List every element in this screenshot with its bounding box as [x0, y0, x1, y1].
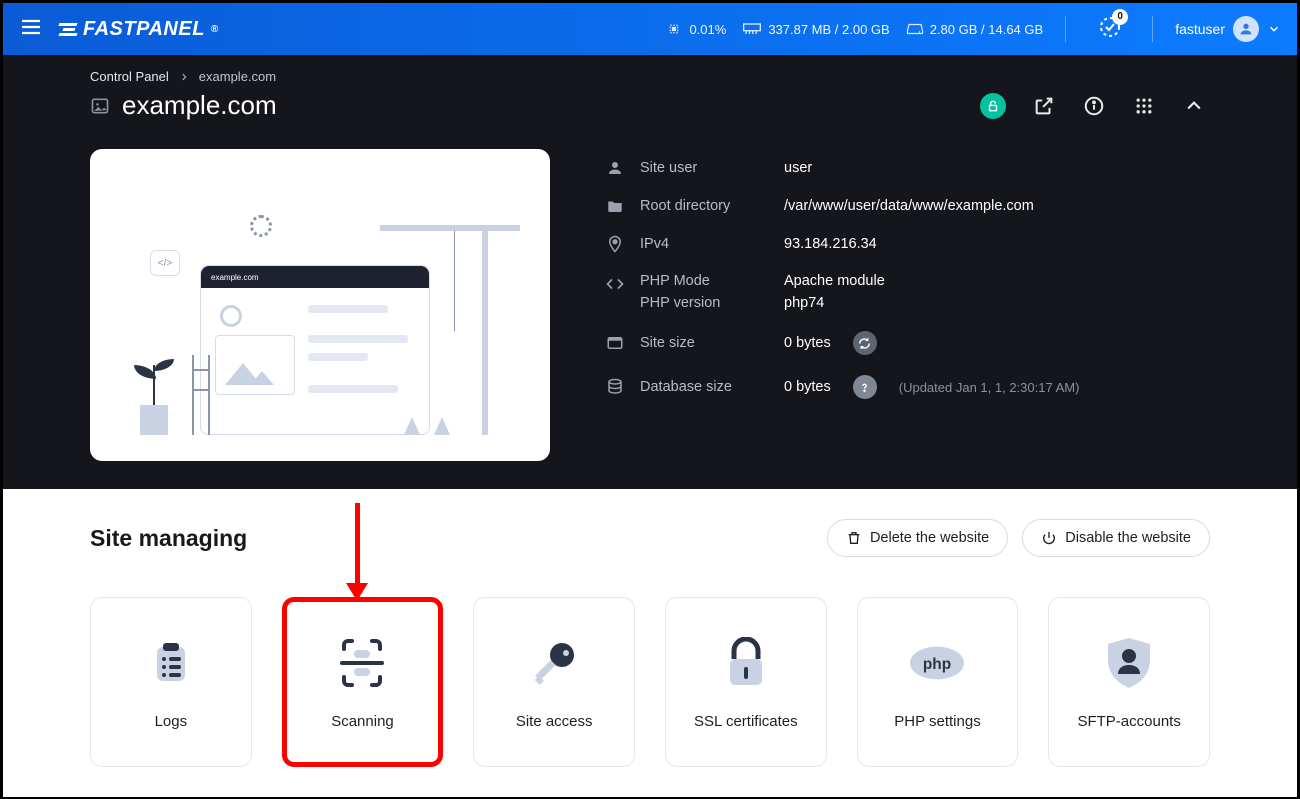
trash-icon [846, 530, 862, 546]
scanning-icon [334, 635, 390, 691]
apps-icon [1134, 96, 1154, 116]
info-icon [1083, 95, 1105, 117]
ram-value: 337.87 MB / 2.00 GB [768, 22, 889, 37]
stat-cpu: 0.01% [665, 20, 726, 38]
chevron-right-icon [179, 72, 189, 82]
svg-text:php: php [923, 655, 951, 672]
php-icon: php [909, 643, 965, 683]
code-icon [606, 275, 624, 293]
menu-button[interactable] [19, 15, 43, 44]
power-icon [1041, 530, 1057, 546]
collapse-button[interactable] [1182, 94, 1206, 118]
info-button[interactable] [1082, 94, 1106, 118]
question-icon [858, 381, 871, 394]
section-title: Site managing [90, 525, 247, 552]
tasks-button[interactable]: 0 [1098, 15, 1122, 44]
disk-value: 2.80 GB / 14.64 GB [930, 22, 1043, 37]
refresh-site-size-button[interactable] [853, 331, 877, 355]
shield-user-icon [1104, 636, 1154, 690]
brand-name: FASTPANEL [83, 18, 205, 41]
breadcrumb: Control Panel example.com [90, 69, 1210, 84]
location-icon [606, 235, 624, 253]
card-logs[interactable]: Logs [90, 597, 252, 767]
preview-url-bar: example.com [201, 266, 429, 288]
page-title: example.com [122, 90, 277, 121]
card-scanning[interactable]: Scanning [282, 597, 444, 767]
avatar [1233, 16, 1259, 42]
breadcrumb-current: example.com [199, 69, 276, 84]
card-ssl[interactable]: SSL certificates [665, 597, 827, 767]
lock-icon [986, 99, 1000, 113]
window-icon [606, 334, 624, 352]
refresh-icon [858, 337, 871, 350]
logs-icon [147, 639, 195, 687]
ram-icon [742, 21, 762, 37]
site-preview: </> example.com [90, 149, 550, 461]
external-link-icon [1033, 95, 1055, 117]
username: fastuser [1175, 21, 1225, 37]
lock-icon [722, 637, 770, 689]
tasks-badge: 0 [1112, 9, 1128, 25]
folder-icon [606, 197, 624, 215]
topbar: FASTPANEL® 0.01% 337.87 MB / 2.00 GB 2.8… [3, 3, 1297, 55]
site-info: Site user user Root directory /var/www/u… [606, 149, 1210, 409]
disk-icon [906, 20, 924, 38]
apps-button[interactable] [1132, 94, 1156, 118]
info-root-directory: Root directory /var/www/user/data/www/ex… [606, 187, 1210, 225]
db-size-updated: (Updated Jan 1, 1, 2:30:17 AM) [899, 380, 1080, 395]
brand-logo[interactable]: FASTPANEL® [59, 18, 219, 41]
user-icon [606, 159, 624, 177]
cpu-value: 0.01% [689, 22, 726, 37]
stat-disk: 2.80 GB / 14.64 GB [906, 20, 1043, 38]
key-icon [528, 637, 580, 689]
database-icon [606, 378, 624, 396]
user-icon [1238, 21, 1254, 37]
cpu-icon [665, 20, 683, 38]
ssl-status-badge[interactable] [980, 93, 1006, 119]
user-menu[interactable]: fastuser [1175, 16, 1281, 42]
db-size-help-button[interactable] [853, 375, 877, 399]
image-icon [90, 96, 110, 116]
chevron-up-icon [1184, 96, 1204, 116]
card-php[interactable]: php PHP settings [857, 597, 1019, 767]
card-sftp[interactable]: SFTP-accounts [1048, 597, 1210, 767]
info-db-size: Database size 0 bytes (Updated Jan 1, 1,… [606, 365, 1210, 409]
info-site-user: Site user user [606, 149, 1210, 187]
open-site-button[interactable] [1032, 94, 1056, 118]
info-php: PHP Mode PHP version Apache module php74 [606, 263, 1210, 321]
card-site-access[interactable]: Site access [473, 597, 635, 767]
delete-website-button[interactable]: Delete the website [827, 519, 1008, 557]
info-ipv4: IPv4 93.184.216.34 [606, 225, 1210, 263]
info-site-size: Site size 0 bytes [606, 321, 1210, 365]
breadcrumb-root[interactable]: Control Panel [90, 69, 169, 84]
stat-ram: 337.87 MB / 2.00 GB [742, 21, 889, 37]
disable-website-button[interactable]: Disable the website [1022, 519, 1210, 557]
chevron-down-icon [1267, 22, 1281, 36]
